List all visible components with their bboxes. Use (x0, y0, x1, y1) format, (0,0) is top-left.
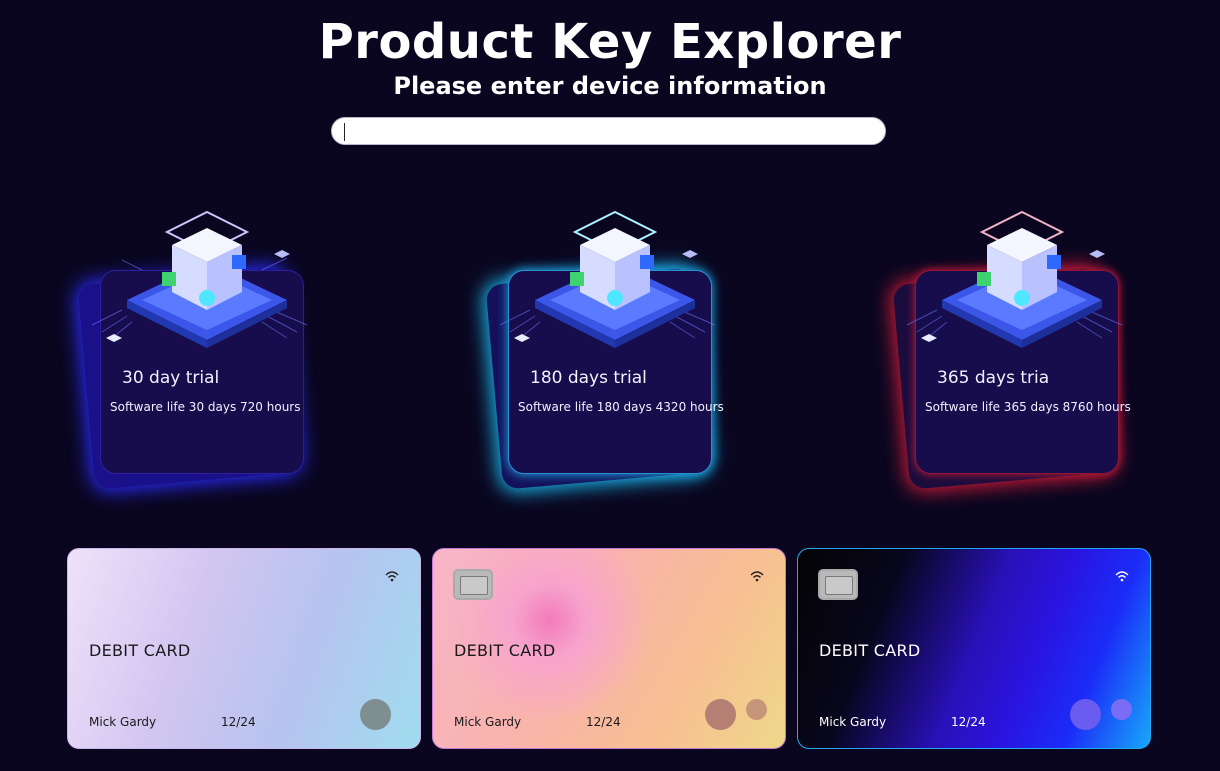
card-type-label: DEBIT CARD (454, 641, 556, 660)
debit-card-3[interactable]: DEBIT CARD Mick Gardy 12/24 (797, 548, 1151, 749)
cube-chip-icon (91, 210, 308, 348)
card-holder-name: Mick Gardy (89, 715, 157, 729)
cube-chip-icon (499, 210, 716, 348)
card-logo-circle (746, 699, 767, 720)
page-subtitle: Please enter device information (393, 72, 827, 100)
trial-description: Software life 30 days 720 hours (110, 400, 301, 414)
wifi-icon (385, 571, 399, 582)
card-logo-circle (1070, 699, 1101, 730)
chip-icon (818, 569, 858, 600)
trial-description: Software life 180 days 4320 hours (518, 400, 724, 414)
trial-card-30[interactable]: 30 day trial Software life 30 days 720 h… (72, 200, 362, 500)
card-logo-circle (1111, 699, 1132, 720)
card-expiry: 12/24 (951, 715, 986, 729)
card-type-label: DEBIT CARD (89, 641, 191, 660)
card-logo-circle (705, 699, 736, 730)
card-expiry: 12/24 (221, 715, 256, 729)
wifi-icon (1115, 571, 1129, 582)
chip-icon (453, 569, 493, 600)
page-title: Product Key Explorer (318, 14, 902, 70)
card-holder-name: Mick Gardy (819, 715, 887, 729)
trial-description: Software life 365 days 8760 hours (925, 400, 1131, 414)
card-type-label: DEBIT CARD (819, 641, 921, 660)
card-logo-circle (360, 699, 391, 730)
card-holder-name: Mick Gardy (454, 715, 522, 729)
text-caret (344, 123, 345, 141)
card-expiry: 12/24 (586, 715, 621, 729)
debit-card-2[interactable]: DEBIT CARD Mick Gardy 12/24 (432, 548, 786, 749)
trial-card-180[interactable]: 180 days trial Software life 180 days 43… (480, 200, 770, 500)
trial-name: 30 day trial (122, 368, 220, 388)
wifi-icon (750, 571, 764, 582)
cube-chip-icon (906, 210, 1123, 348)
device-info-input[interactable] (331, 117, 886, 145)
trial-name: 180 days trial (530, 368, 647, 388)
debit-card-1[interactable]: DEBIT CARD Mick Gardy 12/24 (67, 548, 421, 749)
trial-card-365[interactable]: 365 days tria Software life 365 days 876… (887, 200, 1177, 500)
trial-name: 365 days tria (937, 368, 1050, 388)
